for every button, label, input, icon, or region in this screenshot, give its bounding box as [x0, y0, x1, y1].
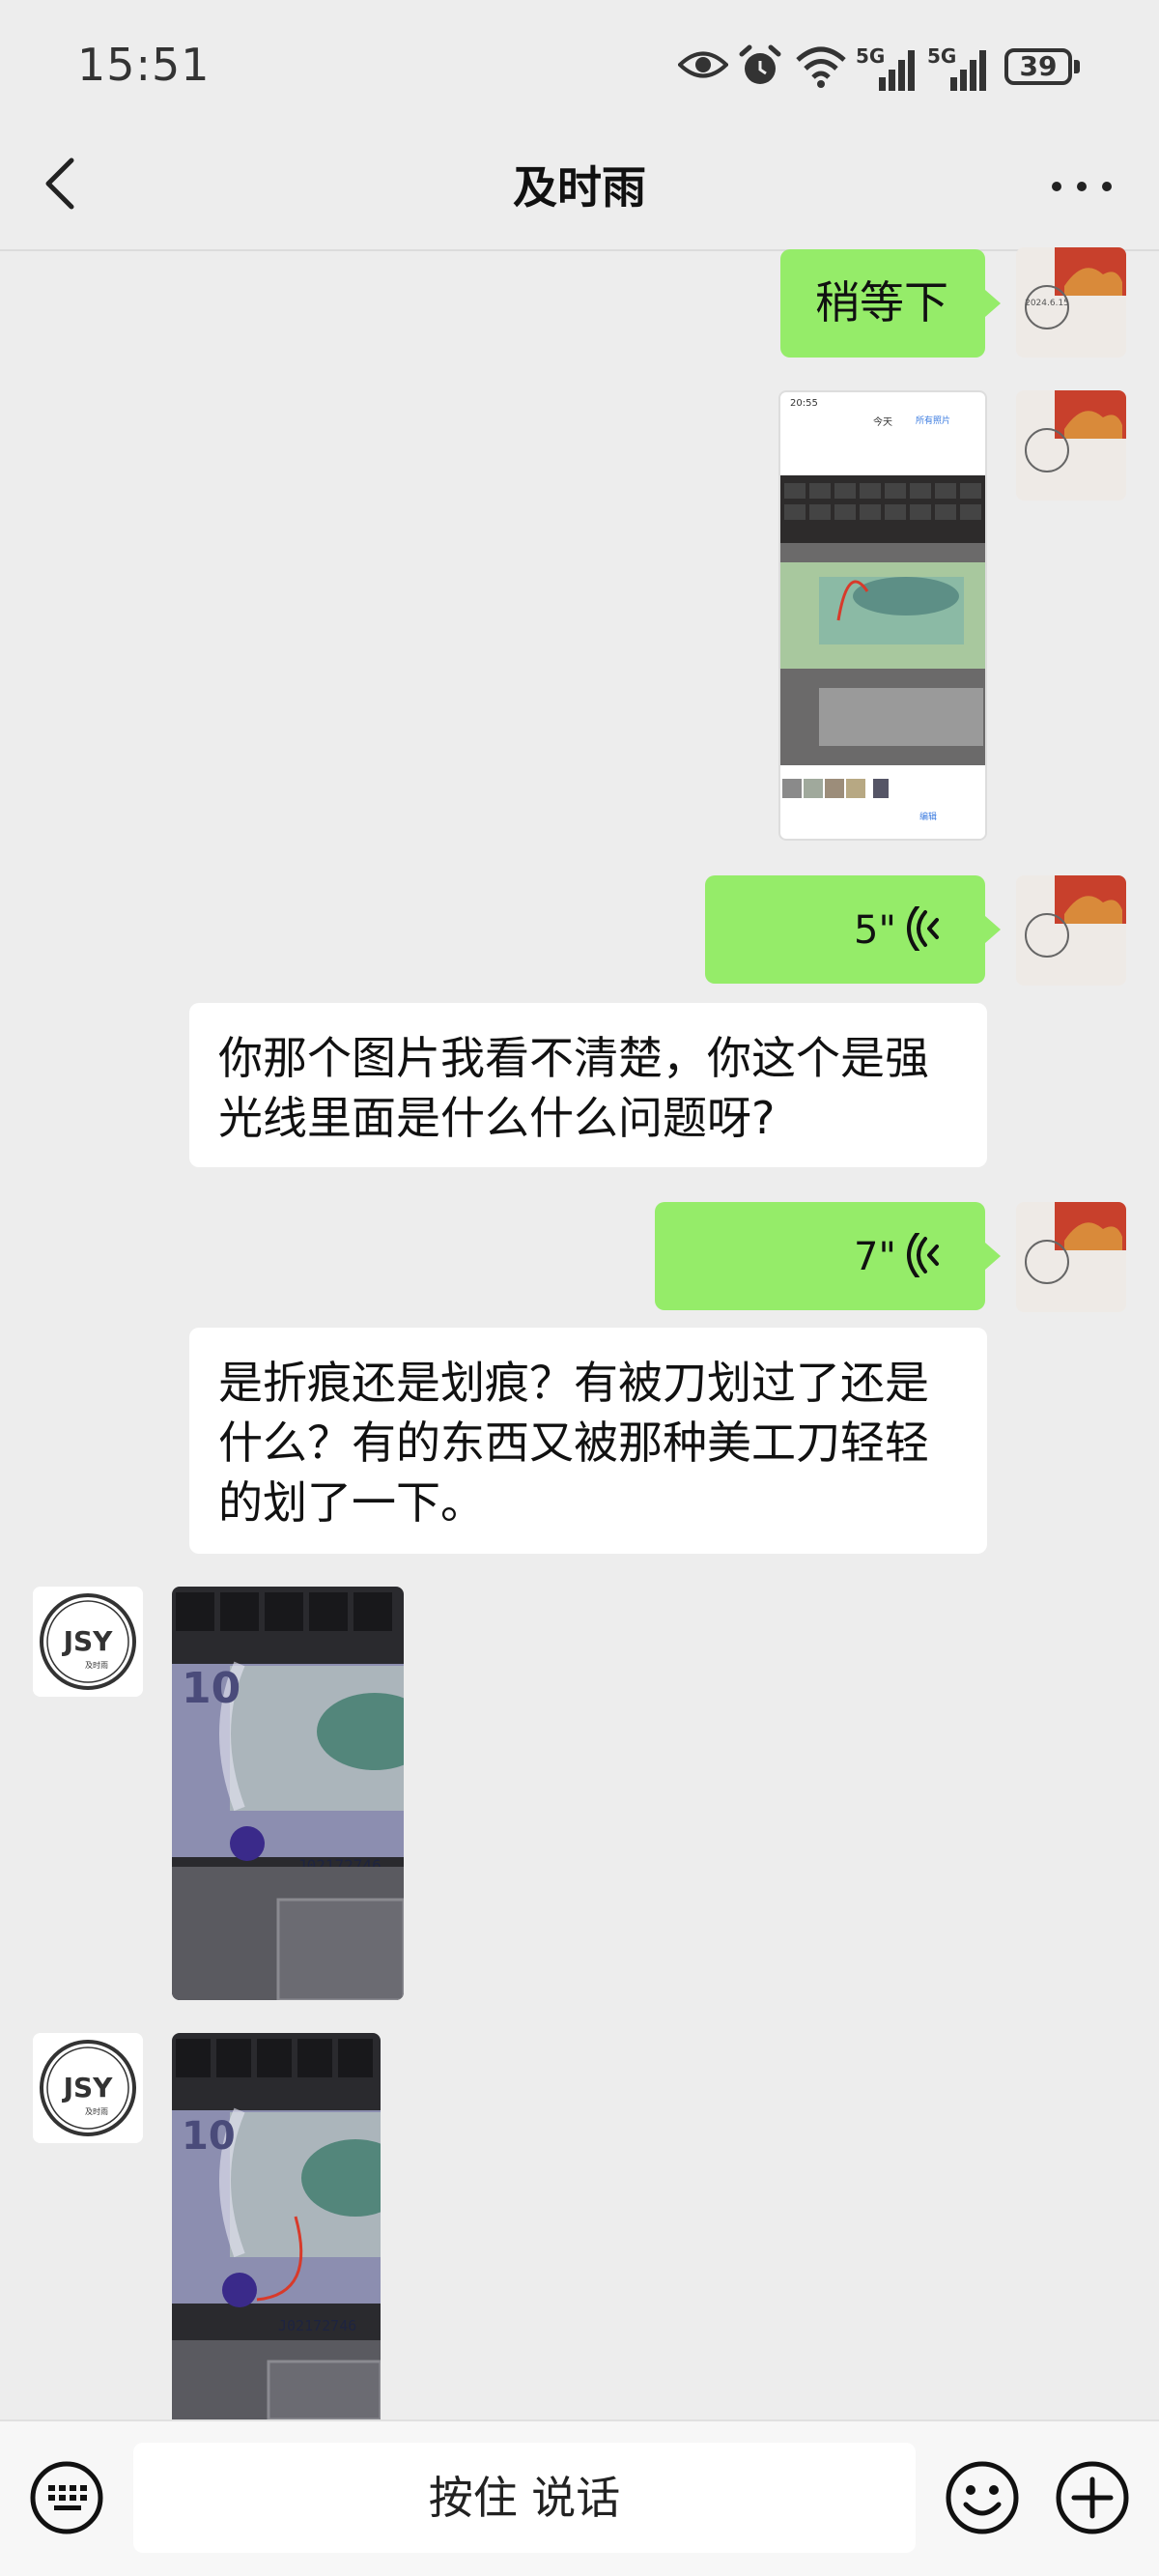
self-avatar[interactable]: [1016, 875, 1126, 986]
outgoing-voice-bubble[interactable]: 5": [705, 875, 985, 984]
bubble-tail: [985, 290, 1001, 317]
bubble-tail: [985, 1243, 1001, 1270]
thumbnail-strip: [782, 779, 889, 798]
self-avatar[interactable]: [1016, 1202, 1126, 1312]
thumb-time: 20:55: [790, 398, 818, 409]
hold-to-talk-button[interactable]: 按住 说话: [133, 2443, 916, 2553]
message-text: 是折痕还是划痕？有被刀划过了还是什么？有的东西又被那种美工刀轻轻的划了一下。: [218, 1357, 929, 1529]
incoming-photo-message[interactable]: 10 J02172746: [172, 1587, 404, 2000]
incoming-text-bubble[interactable]: 是折痕还是划痕？有被刀划过了还是什么？有的东西又被那种美工刀轻轻的划了一下。: [189, 1328, 987, 1554]
svg-text:2024.6.15: 2024.6.15: [1025, 299, 1069, 308]
contact-avatar[interactable]: JSY 及时雨: [33, 1587, 143, 1697]
svg-text:10: 10: [182, 1664, 240, 1713]
contact-avatar-logo: JSY: [62, 2072, 114, 2104]
contact-avatar-sub: 及时雨: [85, 1660, 108, 1670]
signal-icon: [879, 50, 915, 91]
screenshot-image-message[interactable]: 20:55 今天 所有照片 编辑: [778, 390, 987, 841]
battery-icon: 39: [1004, 48, 1072, 85]
add-more-icon[interactable]: [1055, 2460, 1130, 2535]
voice-wave-icon: [907, 1233, 939, 1277]
bubble-tail: [985, 916, 1001, 943]
emoji-icon[interactable]: [945, 2460, 1020, 2535]
battery-tip: [1074, 60, 1080, 73]
thumb-all-photos: 所有照片: [916, 416, 951, 426]
signal-icon: [950, 50, 986, 91]
outgoing-voice-bubble[interactable]: 7": [655, 1202, 985, 1310]
nav-divider: [0, 249, 1159, 251]
photo-preview: [780, 475, 985, 765]
status-bar: 15:51 5G 5G 39: [0, 0, 1159, 145]
status-time: 15:51: [77, 39, 211, 91]
voice-wave-icon: [907, 906, 939, 951]
self-avatar[interactable]: 2024.6.15: [1016, 247, 1126, 358]
chat-title: 及时雨: [513, 161, 646, 214]
keyboard-toggle-icon[interactable]: [29, 2460, 104, 2535]
more-options-button[interactable]: [1043, 162, 1120, 211]
alarm-icon: [739, 44, 781, 84]
contact-avatar[interactable]: JSY 及时雨: [33, 2033, 143, 2143]
message-text: 你那个图片我看不清楚，你这个是强光线里面是什么什么问题呀?: [218, 1032, 929, 1144]
svg-text:10: 10: [182, 2114, 236, 2159]
contact-avatar-sub: 及时雨: [85, 2106, 108, 2116]
battery-level: 39: [1019, 50, 1058, 82]
wifi-icon: [796, 46, 846, 88]
voice-duration: 7": [854, 1235, 896, 1279]
incoming-text-bubble[interactable]: 你那个图片我看不清楚，你这个是强光线里面是什么什么问题呀?: [189, 1003, 987, 1167]
outgoing-text-bubble[interactable]: 稍等下: [780, 249, 985, 358]
note-serial: J02172746: [278, 2317, 356, 2334]
message-text: 稍等下: [815, 276, 948, 329]
thumb-title: 今天: [873, 417, 892, 428]
contact-avatar-logo: JSY: [62, 1625, 114, 1657]
incoming-photo-message[interactable]: 10 J02172746: [172, 2033, 381, 2419]
self-avatar[interactable]: [1016, 390, 1126, 501]
thumb-edit: 编辑: [919, 813, 938, 822]
eye-icon: [678, 51, 728, 78]
voice-duration: 5": [854, 908, 896, 953]
